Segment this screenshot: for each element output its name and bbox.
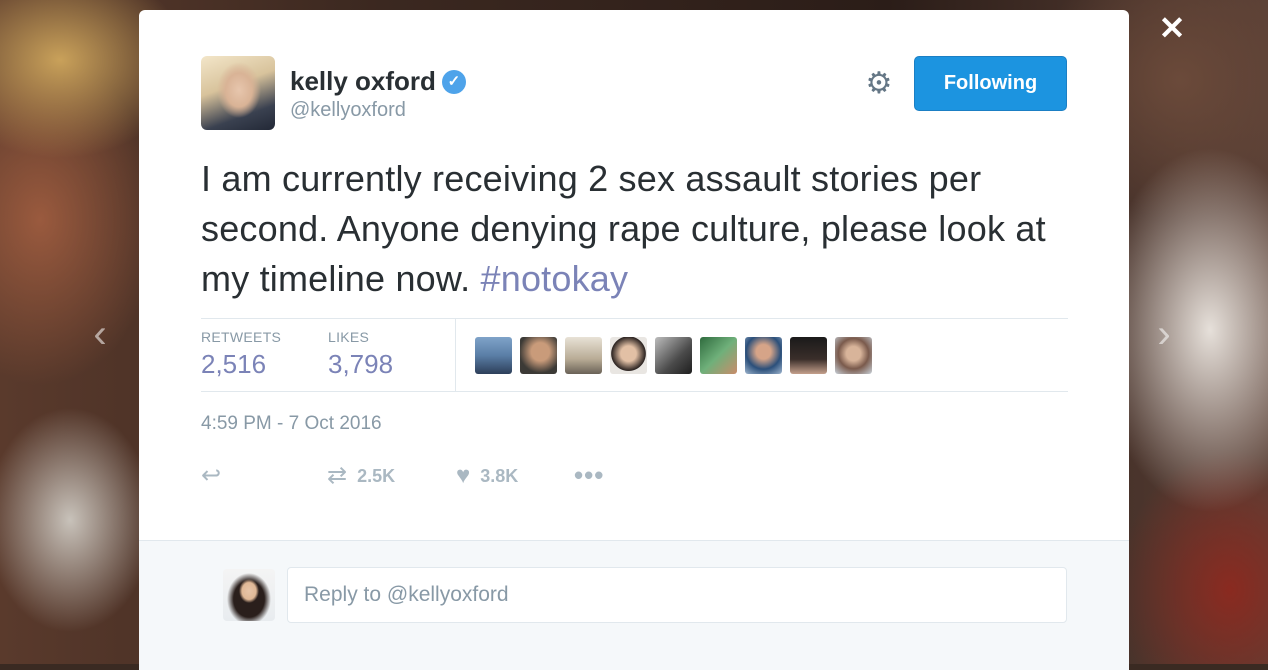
retweets-label: RETWEETS [201,329,282,345]
retweets-value: 2,516 [201,349,267,379]
tweet-text: I am currently receiving 2 sex assault s… [201,154,1061,304]
author-name[interactable]: kelly oxford [290,66,436,97]
verified-icon: ✓ [441,69,466,94]
following-button[interactable]: Following [914,56,1067,111]
hashtag-link[interactable]: #notokay [481,258,629,299]
liker-avatar[interactable] [475,337,512,374]
current-user-avatar [223,569,275,621]
author-name-row: kelly oxford ✓ [290,66,466,97]
retweet-count: 2.5K [357,465,396,486]
like-button[interactable]: ♥ 3.8K [456,460,518,492]
heart-icon: ♥ [456,462,471,489]
ellipsis-icon: ••• [574,460,605,490]
tweet-modal: kelly oxford ✓ @kellyoxford ⚙ Following … [139,10,1129,670]
liker-avatar[interactable] [520,337,557,374]
likes-label: LIKES [328,329,370,345]
reply-icon: ↩ [201,462,222,489]
retweet-icon: ⇄ [327,462,348,489]
tweet-timestamp[interactable]: 4:59 PM - 7 Oct 2016 [201,413,382,435]
likes-stat[interactable]: LIKES 3,798 [328,329,393,380]
liker-avatar[interactable] [565,337,602,374]
liker-avatars [475,337,872,374]
reply-input[interactable] [287,567,1067,623]
avatar[interactable] [201,56,275,130]
liker-avatar[interactable] [700,337,737,374]
tweet-stats: RETWEETS 2,516 LIKES 3,798 [201,318,1068,392]
likes-value: 3,798 [328,349,394,379]
liker-avatar[interactable] [655,337,692,374]
chevron-left-icon[interactable]: ‹ [86,312,114,356]
liker-avatar[interactable] [745,337,782,374]
like-count: 3.8K [480,465,519,486]
reply-button[interactable]: ↩ [201,460,221,492]
tweet-actions: ↩ ⇄ 2.5K ♥ 3.8K ••• [201,460,701,492]
liker-avatar[interactable] [835,337,872,374]
liker-avatar[interactable] [610,337,647,374]
reply-box [139,540,1129,670]
chevron-right-icon[interactable]: › [1150,312,1178,356]
retweets-stat[interactable]: RETWEETS 2,516 [201,329,281,380]
close-icon[interactable]: ✕ [1156,12,1188,44]
retweet-button[interactable]: ⇄ 2.5K [327,460,395,492]
stats-divider [455,319,456,391]
gear-icon[interactable]: ⚙ [863,68,895,100]
more-options-button[interactable]: ••• [574,460,604,491]
author-handle[interactable]: @kellyoxford [290,99,406,122]
liker-avatar[interactable] [790,337,827,374]
